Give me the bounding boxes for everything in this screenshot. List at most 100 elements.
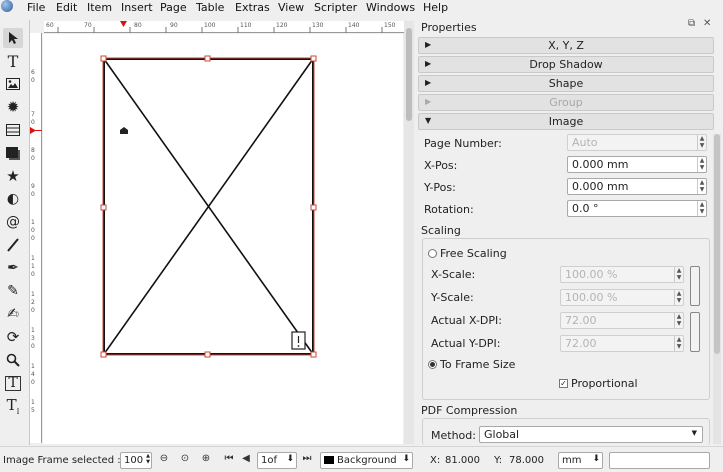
calligraphy-icon[interactable]: ✍ [3,304,23,324]
document-canvas[interactable] [43,34,403,444]
free-scaling-label[interactable]: Free Scaling [440,247,507,260]
ruler-tick-label: 4 [31,371,35,378]
ruler-tick-label: 150 [384,22,396,29]
zoom-out-icon[interactable]: ⊖ [157,453,171,467]
page-selector[interactable]: 1of ⬇ [257,452,297,469]
xscale-field: 100.00 % ▲ ▼ [560,266,684,283]
status-input[interactable] [609,452,710,469]
rotate-icon[interactable]: ⟳ [3,327,23,347]
status-bar: Image Frame selected : 100 ▲ ▼ ⊖ ⊙ ⊕ ⏮ ◀ … [0,446,723,472]
vertical-ruler[interactable]: 6 0 7 0 8 0 9 0 1 0 0 1 1 0 1 2 0 1 3 0 … [30,33,42,443]
app-logo-icon [1,0,13,12]
dpi-chain-link-icon[interactable] [690,312,700,352]
yscale-value: 100.00 % [565,291,618,304]
scrollbar-thumb[interactable] [406,28,412,121]
zoom-field[interactable]: 100 ▲ ▼ [120,452,152,469]
section-drop-shadow[interactable]: ▶ Drop Shadow [418,56,714,73]
menu-scripter[interactable]: Scripter [314,1,357,14]
menu-view[interactable]: View [278,1,304,14]
xdpi-value: 72.00 [565,314,597,327]
ruler-tick-label: 1 [31,263,35,270]
line-icon[interactable] [3,235,23,255]
select-icon[interactable] [3,28,23,48]
ruler-tick-label: 0 [31,343,35,350]
panel-scrollbar[interactable] [713,134,721,444]
rotation-field[interactable]: 0.0 ° ▲ ▼ [567,200,707,217]
float-panel-icon[interactable]: ⧉ [688,18,695,29]
image-icon[interactable] [3,74,23,94]
section-image[interactable]: ▼ Image [418,113,714,130]
menu-file[interactable]: File [27,1,45,14]
spin-arrows-icon: ▲ ▼ [674,267,683,282]
ruler-tick-label: 0 [31,155,35,162]
properties-panel: Properties ⧉ ✕ ▶ X, Y, Z ▶ Drop Shadow ▶… [416,17,723,445]
menu-extras[interactable]: Extras [235,1,270,14]
proportional-label[interactable]: Proportional [571,377,638,390]
y-coord-label: Y: [494,455,503,466]
spiral-icon[interactable]: @ [3,212,23,232]
zoom-icon[interactable] [3,350,23,370]
ypos-field[interactable]: 0.000 mm ▲ ▼ [567,178,707,195]
layer-color-swatch [324,456,334,464]
render-icon[interactable]: ✹ [3,97,23,117]
polygon-icon[interactable]: ★ [3,166,23,186]
last-page-icon[interactable]: ⏭ [300,453,314,467]
canvas-vertical-scrollbar[interactable] [404,21,414,444]
spin-arrows-icon[interactable]: ▲ ▼ [146,453,150,465]
spin-arrows-icon[interactable]: ▲ ▼ [697,179,706,194]
yscale-label: Y-Scale: [431,291,474,304]
layer-selector[interactable]: Background ⬇ [320,452,413,469]
unit-selector[interactable]: mm ⬇ [558,452,603,469]
menu-windows[interactable]: Windows [366,1,415,14]
menu-edit[interactable]: Edit [56,1,77,14]
section-label: Image [548,115,584,128]
method-select[interactable]: Global ▼ [479,426,703,443]
x-coord-value: 81.000 [445,455,480,466]
ruler-tick-label: 0 [31,235,35,242]
menu-item[interactable]: Item [87,1,112,14]
menu-insert[interactable]: Insert [121,1,153,14]
shape-icon[interactable] [3,143,23,163]
bezier-icon[interactable]: ✒ [3,258,23,278]
section-label: Drop Shadow [529,58,603,71]
ruler-tick-label: 60 [46,22,54,29]
link-text-icon[interactable]: TI [3,396,23,416]
chevron-down-icon: ▼ [691,429,697,437]
spin-arrows-icon[interactable]: ▲ ▼ [697,157,706,172]
unit-value: mm [562,455,582,466]
to-frame-size-radio[interactable] [428,360,437,369]
spin-arrows-icon[interactable]: ▲ ▼ [697,201,706,216]
zoom-in-icon[interactable]: ⊕ [199,453,213,467]
freehand-icon[interactable]: ✎ [3,281,23,301]
ruler-tick-label: 0 [31,379,35,386]
panel-scrollbar-thumb[interactable] [714,134,720,354]
scale-chain-link-icon[interactable] [690,266,700,306]
previous-page-icon[interactable]: ◀ [239,453,253,467]
xpos-field[interactable]: 0.000 mm ▲ ▼ [567,156,707,173]
ydpi-field: 72.00 ▲ ▼ [560,335,684,352]
page-number-field: Auto ▲ ▼ [567,134,707,151]
zoom-value: 100 [124,455,144,466]
menu-help[interactable]: Help [423,1,448,14]
to-frame-size-label[interactable]: To Frame Size [440,358,515,371]
section-shape[interactable]: ▶ Shape [418,75,714,92]
spin-arrows-icon: ▲ ▼ [674,313,683,328]
proportional-checkbox[interactable]: ✓ [559,379,568,388]
edit-text-icon[interactable]: T [3,373,23,393]
menu-table[interactable]: Table [196,1,224,14]
spin-arrows-icon: ▲ ▼ [697,135,706,150]
arc-icon[interactable]: ◐ [3,189,23,209]
close-panel-icon[interactable]: ✕ [703,18,711,29]
menu-page[interactable]: Page [160,1,187,14]
section-xyz[interactable]: ▶ X, Y, Z [418,37,714,54]
table-icon[interactable] [3,120,23,140]
arrow-down-icon: ⬇ [592,454,600,464]
ruler-tick-label: 6 [31,69,35,76]
first-page-icon[interactable]: ⏮ [222,453,236,467]
horizontal-ruler[interactable]: 60 70 80 90 100 110 120 130 140 150 [44,21,404,33]
text-icon[interactable]: T [3,51,23,71]
zoom-100-icon[interactable]: ⊙ [178,453,192,467]
ruler-tick-label: 110 [240,22,252,29]
ypos-label: Y-Pos: [424,181,456,194]
free-scaling-radio[interactable] [428,249,437,258]
